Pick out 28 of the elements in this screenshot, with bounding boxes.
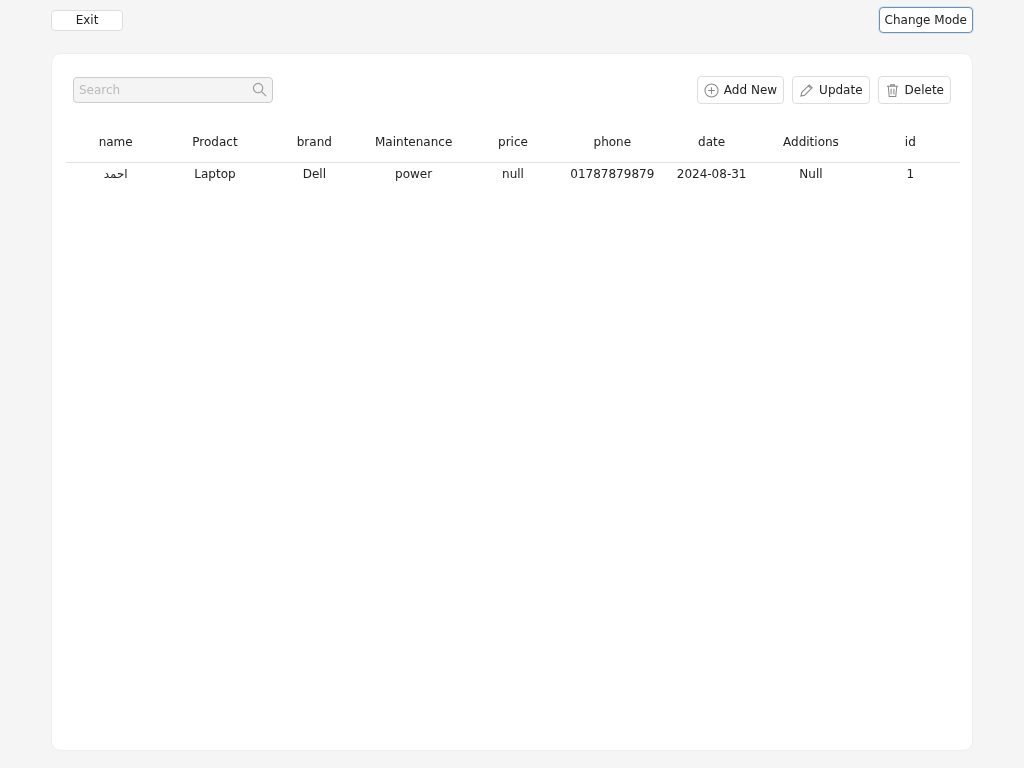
change-mode-button[interactable]: Change Mode [878, 7, 973, 33]
table-cell: Dell [264, 162, 364, 185]
table-cell: null [463, 162, 563, 185]
column-header: Prodact [165, 128, 265, 163]
column-header: phone [562, 128, 662, 163]
trash-icon [884, 82, 900, 98]
table-cell: احمد [66, 162, 166, 185]
table-cell: 2024-08-31 [661, 162, 762, 185]
table-cell: 1 [860, 162, 960, 185]
column-header: price [463, 128, 563, 163]
table-cell: 01787879879 [562, 162, 662, 185]
search-field[interactable]: Search [73, 77, 273, 103]
table-cell: Null [761, 162, 861, 185]
column-header: id [860, 128, 960, 163]
column-header: Additions [761, 128, 861, 163]
column-header: name [66, 128, 166, 163]
column-header: Maintenance [364, 128, 464, 163]
pencil-icon [799, 82, 815, 98]
column-header: date [661, 128, 762, 163]
delete-button[interactable]: Delete [877, 76, 951, 104]
table-cell: Laptop [165, 162, 265, 185]
plus-circle-icon [703, 82, 719, 98]
update-button[interactable]: Update [792, 76, 870, 104]
exit-button[interactable]: Exit [51, 9, 123, 31]
column-header: brand [264, 128, 364, 163]
search-icon [252, 82, 267, 97]
table-cell: power [364, 162, 464, 185]
add-new-button[interactable]: Add New [696, 76, 785, 104]
